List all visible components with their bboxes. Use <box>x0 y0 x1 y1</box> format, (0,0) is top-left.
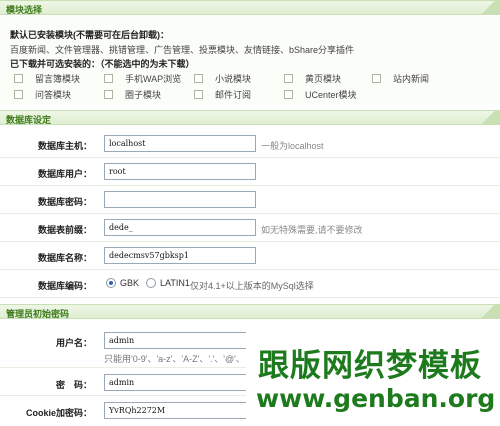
db-name-row: 数据库名称： dedecmsv57gbksp1 <box>0 242 500 270</box>
admin-cookie-input[interactable]: YvRQh2272M <box>104 402 256 419</box>
admin-username-hint: 只能用'0-9'、'a-z'、'A-Z'、'.'、'@'、 <box>104 354 245 364</box>
db-charset-label: 数据库编码： <box>37 281 92 291</box>
optional-modules-title: 已下载并可选安装的：（不能选中的为未下载） <box>10 59 195 69</box>
db-name-input[interactable]: dedecmsv57gbksp1 <box>104 247 256 264</box>
charset-radio-gbk[interactable]: GBK <box>106 278 139 288</box>
db-user-label: 数据库用户： <box>37 169 92 179</box>
radio-icon[interactable] <box>146 278 156 288</box>
checkbox-icon[interactable] <box>14 90 23 99</box>
db-user-row: 数据库用户： root <box>0 158 500 186</box>
admin-username-label: 用户名： <box>55 338 92 348</box>
admin-cookie-label: Cookie加密码： <box>25 408 92 418</box>
db-charset-hint: 仅对4.1+以上版本的MySql选择 <box>190 281 314 291</box>
module-section-header: 模块选择 <box>0 0 500 15</box>
db-password-row: 数据库密码： <box>0 186 500 214</box>
checkbox-icon[interactable] <box>194 90 203 99</box>
module-checkbox-ask[interactable]: 问答模块 <box>14 88 71 101</box>
db-section-title: 数据库设定 <box>6 115 52 125</box>
db-prefix-hint: 如无特殊需要,请不要修改 <box>261 225 363 235</box>
installed-modules-list: 百度新闻、文件管理器、挑错管理、广告管理、投票模块、友情链接、bShare分享插… <box>10 45 355 55</box>
admin-section-title: 管理员初始密码 <box>6 309 70 319</box>
db-prefix-label: 数据表前缀： <box>37 225 92 235</box>
admin-section-header: 管理员初始密码 <box>0 304 500 319</box>
module-checkbox-guestbook[interactable]: 留言簿模块 <box>14 72 80 85</box>
module-section-title: 模块选择 <box>6 5 43 15</box>
checkbox-icon[interactable] <box>104 90 113 99</box>
watermark-url: www.genban.org <box>256 384 496 413</box>
module-checkbox-group[interactable]: 圈子模块 <box>104 88 161 101</box>
db-name-label: 数据库名称： <box>37 253 92 263</box>
db-prefix-row: 数据表前缀： dede_ 如无特殊需要,请不要修改 <box>0 214 500 242</box>
module-checkbox-mail[interactable]: 邮件订阅 <box>194 88 251 101</box>
db-charset-row: 数据库编码： GBK LATIN1 仅对4.1+以上版本的MySql选择 <box>0 270 500 298</box>
db-prefix-input[interactable]: dede_ <box>104 219 256 236</box>
module-checkbox-novel[interactable]: 小说模块 <box>194 72 251 85</box>
admin-password-input[interactable]: admin <box>104 374 256 391</box>
db-user-input[interactable]: root <box>104 163 256 180</box>
module-checkbox-ucenter[interactable]: UCenter模块 <box>284 88 357 101</box>
watermark-title: 跟版网织梦模板 <box>258 348 482 384</box>
checkbox-icon[interactable] <box>14 74 23 83</box>
db-host-hint: 一般为localhost <box>261 141 324 151</box>
module-checkbox-wap[interactable]: 手机WAP浏览 <box>104 72 181 85</box>
module-panel: 默认已安装模块(不需要可在后台卸载)： 百度新闻、文件管理器、挑错管理、广告管理… <box>0 16 500 104</box>
admin-username-input[interactable]: admin <box>104 332 256 349</box>
watermark: 跟版网织梦模板 www.genban.org <box>246 332 500 426</box>
db-section-header: 数据库设定 <box>0 110 500 125</box>
db-password-input[interactable] <box>104 191 256 208</box>
checkbox-icon[interactable] <box>372 74 381 83</box>
db-password-label: 数据库密码： <box>37 197 92 207</box>
db-host-row: 数据库主机： localhost 一般为localhost <box>0 130 500 158</box>
checkbox-icon[interactable] <box>284 74 293 83</box>
installed-modules-title: 默认已安装模块(不需要可在后台卸载)： <box>10 30 169 40</box>
admin-password-label: 密 码： <box>55 380 92 390</box>
db-host-label: 数据库主机： <box>37 141 92 151</box>
checkbox-icon[interactable] <box>104 74 113 83</box>
db-host-input[interactable]: localhost <box>104 135 256 152</box>
radio-selected-icon[interactable] <box>106 278 116 288</box>
charset-radio-latin1[interactable]: LATIN1 <box>146 278 190 288</box>
checkbox-icon[interactable] <box>284 90 293 99</box>
module-checkbox-yellowpages[interactable]: 黄页模块 <box>284 72 341 85</box>
checkbox-icon[interactable] <box>194 74 203 83</box>
module-checkbox-sitenews[interactable]: 站内新闻 <box>372 72 429 85</box>
